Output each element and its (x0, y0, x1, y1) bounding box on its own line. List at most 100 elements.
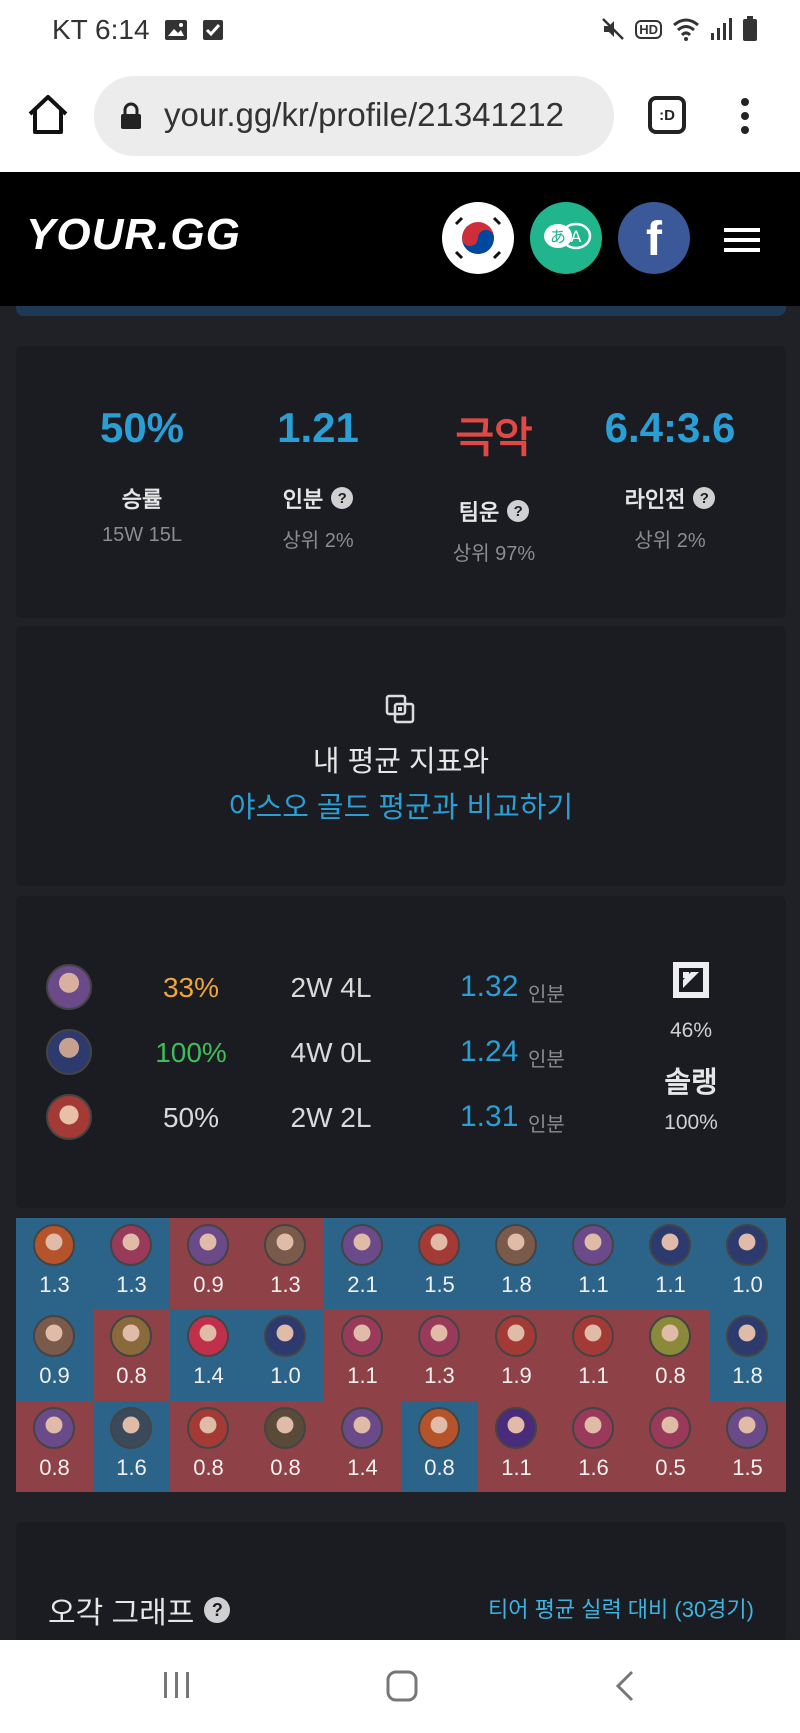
match-cell[interactable]: 0.9 (16, 1309, 93, 1401)
match-carry-value: 1.8 (732, 1363, 763, 1389)
tab-switcher-button[interactable]: :D (648, 96, 686, 134)
match-cell[interactable]: 1.5 (401, 1218, 478, 1310)
site-header: YOUR.GG あA f (0, 172, 800, 306)
champion-avatar (110, 1315, 152, 1358)
champion-avatar (726, 1224, 768, 1266)
menu-icon[interactable] (724, 228, 760, 252)
browser-menu-icon[interactable] (738, 98, 752, 138)
match-cell[interactable]: 1.5 (709, 1400, 786, 1492)
match-cell[interactable]: 1.3 (247, 1218, 324, 1310)
champion-row[interactable]: 33% 2W 4L 1.32 인분 (46, 962, 576, 1012)
match-cell[interactable]: 1.4 (170, 1309, 247, 1401)
champion-avatar (264, 1406, 306, 1449)
match-cell[interactable]: 1.1 (632, 1218, 709, 1310)
champion-record: 2W 2L (290, 1102, 372, 1133)
champion-avatar (572, 1224, 614, 1266)
champion-row[interactable]: 50% 2W 2L 1.31 인분 (46, 1092, 576, 1142)
match-cell[interactable]: 2.1 (324, 1218, 401, 1310)
match-cell[interactable]: 1.8 (709, 1309, 786, 1401)
translate-icon[interactable]: あA (530, 202, 602, 274)
match-carry-value: 0.8 (39, 1454, 70, 1480)
match-cell[interactable]: 1.1 (555, 1218, 632, 1310)
match-cell[interactable]: 1.0 (709, 1218, 786, 1310)
back-icon[interactable] (614, 1670, 636, 1702)
match-carry-value: 1.8 (501, 1272, 532, 1297)
champion-winrate: 100% (155, 1037, 227, 1068)
champion-avatar (418, 1406, 460, 1449)
carry-unit: 인분 (528, 1114, 565, 1136)
recent-apps-icon[interactable] (162, 1670, 192, 1700)
champion-carry: 1.32 (460, 970, 519, 1003)
match-cell[interactable]: 1.1 (478, 1400, 555, 1492)
compare-card[interactable]: 내 평균 지표와 야스오 골드 평균과 비교하기 (16, 626, 786, 886)
url-bar[interactable]: your.gg/kr/profile/21341212 (94, 76, 614, 156)
help-icon[interactable]: ? (204, 1597, 231, 1623)
lock-icon (121, 102, 141, 129)
match-carry-value: 1.3 (39, 1272, 70, 1297)
match-cell[interactable]: 0.8 (247, 1400, 324, 1492)
match-cell[interactable]: 1.0 (247, 1309, 324, 1401)
match-cell[interactable]: 1.1 (555, 1309, 632, 1401)
champion-avatar (110, 1224, 152, 1266)
compare-link[interactable]: 야스오 골드 평균과 비교하기 (16, 784, 786, 826)
champion-avatar (495, 1224, 537, 1266)
stats-card: 50% 승률 15W 15L 1.21 인분? 상위 2% 극악 팀운? 상위 … (16, 346, 786, 618)
home-icon[interactable] (26, 92, 70, 136)
match-cell[interactable]: 0.5 (632, 1400, 709, 1492)
match-cell[interactable]: 0.8 (401, 1400, 478, 1492)
korea-flag-icon[interactable] (442, 202, 514, 274)
match-carry-value: 1.6 (578, 1454, 609, 1480)
match-cell[interactable]: 0.8 (16, 1400, 93, 1492)
match-cell[interactable]: 1.6 (93, 1400, 170, 1492)
match-carry-value: 0.9 (193, 1272, 224, 1297)
match-carry-value: 1.0 (270, 1363, 301, 1389)
match-carry-value: 1.3 (116, 1272, 147, 1297)
match-cell[interactable]: 1.8 (478, 1218, 555, 1310)
champion-carry: 1.31 (460, 1100, 519, 1133)
profile-strip (16, 306, 786, 316)
carry-unit: 인분 (528, 1049, 565, 1071)
match-cell[interactable]: 0.8 (170, 1400, 247, 1492)
position-icon (673, 962, 709, 998)
site-logo[interactable]: YOUR.GG (26, 210, 241, 260)
stat-label: 팀운 (458, 500, 500, 525)
svg-text:あ: あ (550, 227, 566, 246)
stat-sub: 상위 2% (634, 530, 706, 552)
champion-avatar (46, 1029, 92, 1075)
status-bar: KT 6:14 HD (0, 0, 800, 62)
champion-avatar (649, 1224, 691, 1266)
match-cell[interactable]: 1.6 (555, 1400, 632, 1492)
match-cell[interactable]: 0.8 (632, 1309, 709, 1401)
champion-avatar (341, 1224, 383, 1266)
match-cell[interactable]: 1.3 (93, 1218, 170, 1310)
match-cell[interactable]: 1.4 (324, 1400, 401, 1492)
match-cell[interactable]: 1.3 (401, 1309, 478, 1401)
match-cell[interactable]: 0.9 (170, 1218, 247, 1310)
match-carry-value: 0.8 (116, 1363, 147, 1389)
facebook-icon[interactable]: f (618, 202, 690, 274)
champion-avatar (341, 1406, 383, 1449)
help-icon[interactable]: ? (331, 487, 354, 509)
help-icon[interactable]: ? (507, 500, 530, 522)
url-text[interactable]: your.gg/kr/profile/21341212 (164, 96, 564, 134)
home-nav-icon[interactable] (386, 1670, 418, 1702)
match-cell[interactable]: 0.8 (93, 1309, 170, 1401)
champion-avatar (418, 1224, 460, 1266)
match-cell[interactable]: 1.3 (16, 1218, 93, 1310)
signal-icon (711, 18, 732, 40)
graph-compare-link[interactable]: 티어 평균 실력 대비 (30경기) (488, 1592, 754, 1624)
carry-unit: 인분 (528, 984, 565, 1006)
match-carry-value: 1.1 (578, 1363, 609, 1389)
champion-winrate: 50% (162, 1102, 220, 1133)
match-cell[interactable]: 1.1 (324, 1309, 401, 1401)
champion-avatar (495, 1406, 537, 1449)
match-cell[interactable]: 1.9 (478, 1309, 555, 1401)
stat-value: 50% (99, 404, 185, 451)
queue-type: 솔랭 (664, 1067, 718, 1099)
match-carry-value: 1.5 (732, 1454, 763, 1480)
help-icon[interactable]: ? (693, 487, 716, 509)
champion-row[interactable]: 100% 4W 0L 1.24 인분 (46, 1027, 576, 1077)
stat-value: 6.4:3.6 (604, 404, 736, 451)
stat-value: 1.21 (277, 404, 359, 451)
champion-carry: 1.24 (460, 1035, 519, 1068)
